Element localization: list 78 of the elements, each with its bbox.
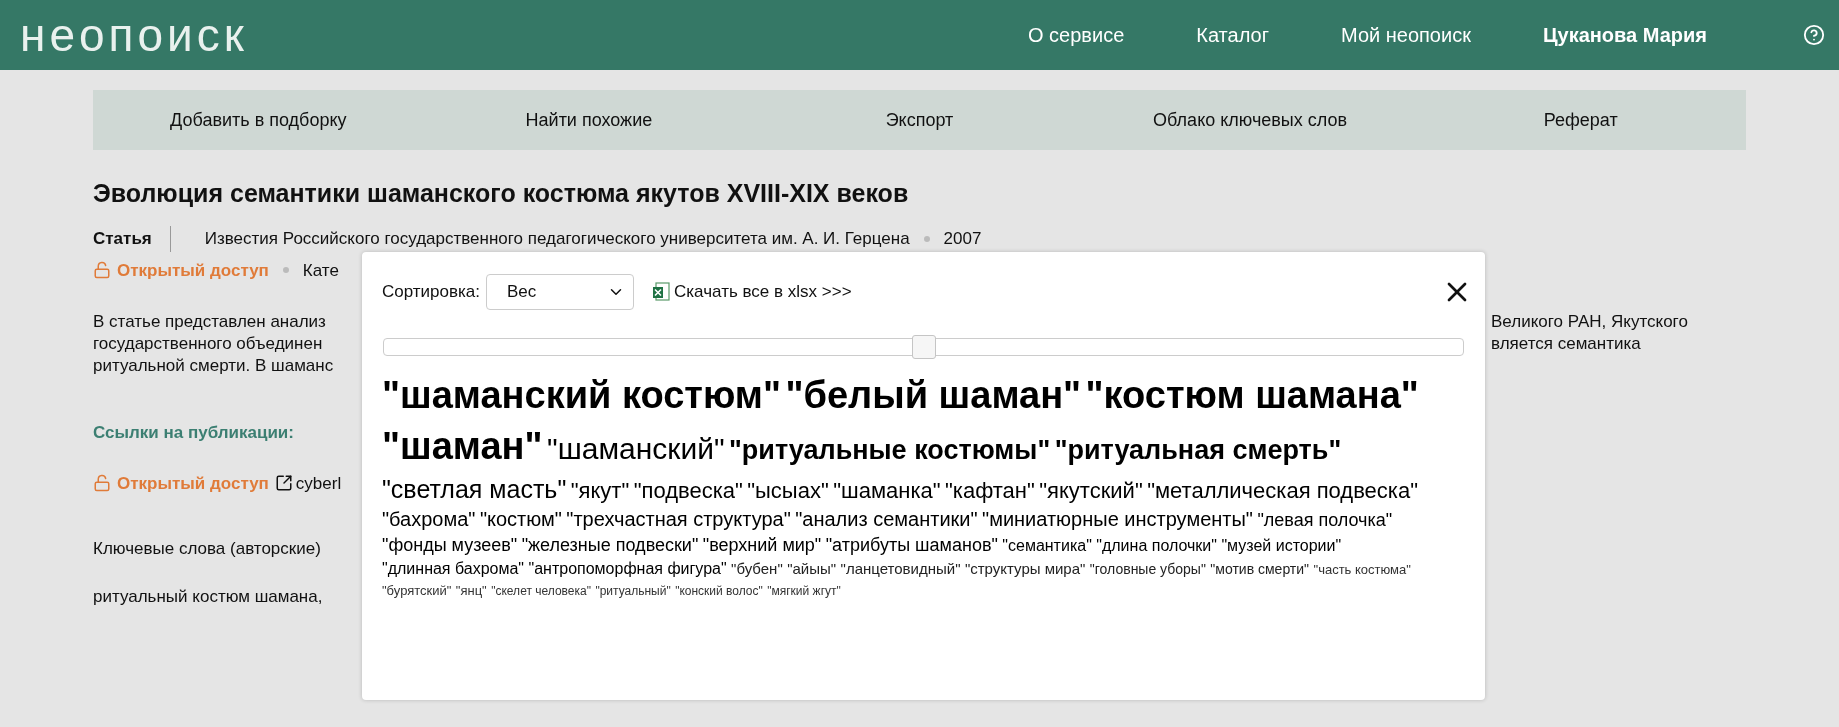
- keyword-tag[interactable]: "конский волос": [675, 584, 763, 599]
- sort-select[interactable]: Вес: [486, 274, 635, 310]
- keyword-tag[interactable]: "длинная бахрома": [382, 559, 525, 577]
- keyword-tag[interactable]: "ритуальный": [595, 584, 671, 599]
- year: 2007: [943, 228, 982, 250]
- keyword-tag[interactable]: "светлая масть": [382, 474, 567, 503]
- source-link[interactable]: cyberl: [295, 470, 342, 496]
- keyword-tag[interactable]: "шаман": [382, 425, 543, 468]
- keyword-tag[interactable]: "якутский": [1039, 477, 1143, 503]
- keyword-tag[interactable]: "часть костюма": [1313, 561, 1411, 577]
- logo[interactable]: неопоиск: [20, 12, 248, 58]
- keyword-tag[interactable]: "железные подвески": [521, 535, 699, 556]
- keywords-text: ритуальный костюм шамана,: [93, 585, 323, 608]
- keyword-tag[interactable]: "ланцетовидный": [840, 559, 961, 577]
- keyword-tag[interactable]: "шаманский": [547, 432, 725, 466]
- keyword-tag[interactable]: "скелет человека": [491, 584, 591, 599]
- abstract-text: Великого РАН, Якутского: [1491, 311, 1689, 333]
- keyword-tag[interactable]: "кафтан": [945, 477, 1035, 503]
- keyword-tag[interactable]: "костюм": [479, 508, 562, 531]
- keyword-tag[interactable]: "бубен": [731, 559, 783, 577]
- keyword-tag[interactable]: "головные уборы": [1089, 560, 1206, 577]
- journal-link[interactable]: Известия Российского государственного педагогического университета им. А. И. Герцена: [170, 226, 910, 252]
- keyword-tag[interactable]: "шаманский костюм": [382, 374, 781, 416]
- nav-link[interactable]: Цуканова Мария: [1506, 20, 1743, 50]
- abstract-text: государственного объединен: [93, 333, 324, 355]
- toolbar-button[interactable]: Облако ключевых слов: [1153, 106, 1348, 134]
- keyword-tag[interactable]: "мягкий жгут": [767, 584, 841, 599]
- toolbar-button[interactable]: Добавить в подборку: [170, 106, 347, 134]
- type-label: Статья: [93, 226, 171, 252]
- abstract-text: ритуальной смерти. В шаманс: [93, 355, 334, 377]
- toolbar-button[interactable]: Экспорт: [885, 106, 954, 134]
- external-link-icon: [274, 474, 293, 493]
- abstract-text: вляется семантика: [1491, 333, 1642, 355]
- keyword-tag[interactable]: "янц": [455, 583, 487, 599]
- keyword-tag[interactable]: "якут": [570, 477, 630, 503]
- keyword-tag[interactable]: "фонды музеев": [382, 535, 518, 556]
- keyword-tag[interactable]: "антропоморфная фигура": [528, 559, 727, 577]
- keyword-tag[interactable]: "шаманка": [833, 477, 941, 503]
- keyword-tag[interactable]: "ысыах": [747, 477, 829, 503]
- help-icon[interactable]: [1803, 24, 1825, 46]
- lock-icon: [93, 474, 111, 493]
- keyword-tag[interactable]: "бахрома": [382, 508, 476, 531]
- nav-link[interactable]: О сервисе: [992, 20, 1161, 50]
- links-heading: Ссылки на публикации:: [93, 422, 294, 444]
- keyword-tag[interactable]: "мотив смерти": [1210, 560, 1310, 577]
- keywords-label: Ключевые слова (авторские): [93, 538, 321, 560]
- keyword-tag[interactable]: "ритуальная смерть": [1054, 435, 1342, 466]
- slider-thumb[interactable]: [911, 335, 936, 359]
- toolbar-button[interactable]: Найти похожие: [525, 106, 653, 134]
- slider-track[interactable]: [383, 338, 1464, 356]
- keyword-tag[interactable]: "айыы": [787, 559, 837, 577]
- keyword-tag[interactable]: "верхний мир": [702, 535, 822, 556]
- article-title: Эволюция семантики шаманского костюма якутов XVIII-XIX веков: [93, 178, 910, 208]
- keyword-tag[interactable]: "трехчастная структура": [566, 508, 791, 531]
- abstract-text: В статье представлен анализ: [93, 311, 327, 333]
- open-access-label: Открытый доступ: [117, 259, 269, 282]
- keyword-tag[interactable]: "левая полочка": [1257, 510, 1393, 531]
- keyword-tag[interactable]: "металлическая подвеска": [1147, 477, 1418, 503]
- keyword-tag[interactable]: "длина полочки": [1096, 537, 1217, 555]
- keyword-tag[interactable]: "структуры мира": [964, 559, 1086, 577]
- keyword-tag[interactable]: "бурятский": [382, 583, 452, 599]
- keyword-tag[interactable]: "миниатюрные инструменты": [982, 508, 1253, 531]
- download-link[interactable]: Скачать все в xlsx >>>: [674, 279, 852, 305]
- keyword-tag[interactable]: "атрибуты шаманов": [825, 535, 998, 556]
- nav-link[interactable]: Мой неопоиск: [1305, 20, 1507, 50]
- spreadsheet-icon: [652, 282, 671, 302]
- keyword-tag[interactable]: "белый шаман": [785, 374, 1082, 416]
- keyword-tag[interactable]: "анализ семантики": [795, 508, 978, 531]
- keyword-tag[interactable]: "музей истории": [1221, 537, 1342, 555]
- keyword-tag[interactable]: "подвеска": [633, 477, 743, 503]
- keyword-tag[interactable]: "костюм шамана": [1085, 374, 1419, 416]
- nav-link[interactable]: Каталог: [1160, 20, 1305, 50]
- toolbar-button[interactable]: Реферат: [1543, 106, 1618, 134]
- keyword-tag[interactable]: "семантика": [1002, 537, 1092, 555]
- sort-label: Сортировка:: [382, 281, 481, 304]
- keyword-tag[interactable]: "ритуальные костюмы": [729, 435, 1051, 466]
- category-label: Кате: [302, 259, 339, 282]
- lock-icon: [93, 261, 111, 280]
